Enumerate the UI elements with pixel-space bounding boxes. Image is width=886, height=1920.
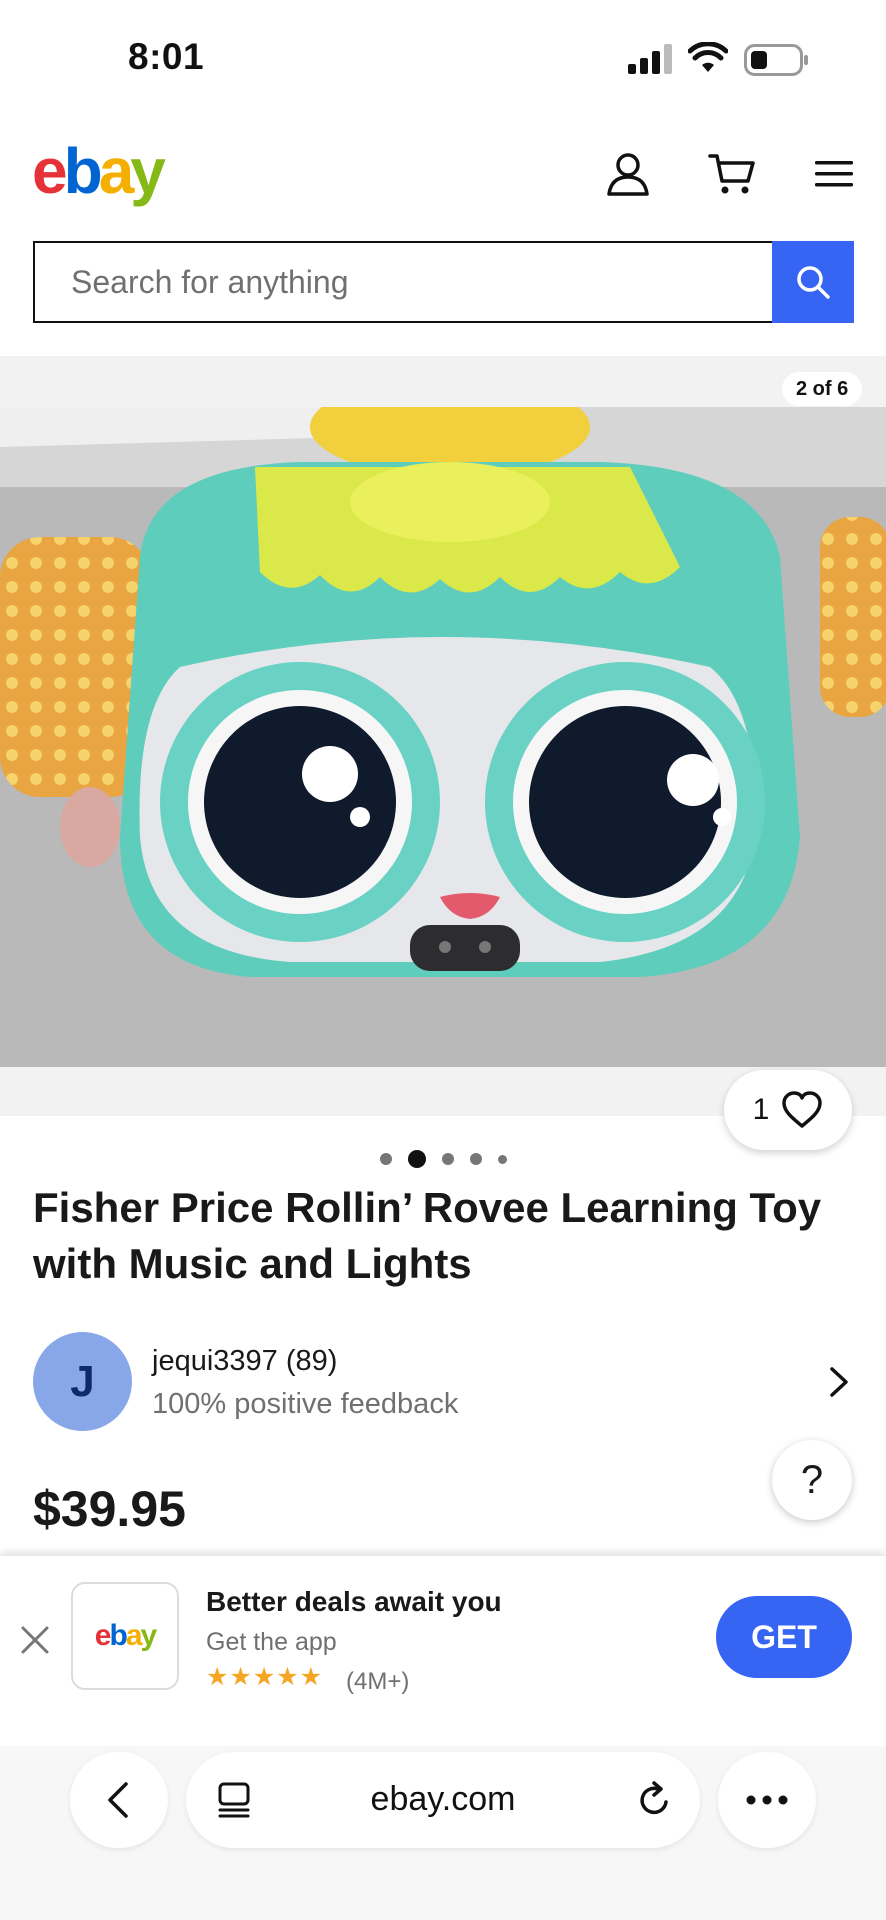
pagination-dot[interactable] bbox=[469, 1153, 482, 1165]
seller-name[interactable]: jequi3397 (89) bbox=[152, 1345, 337, 1378]
more-options-button[interactable] bbox=[718, 1752, 816, 1848]
pagination-dot[interactable] bbox=[497, 1154, 507, 1164]
logo-letter-y: y bbox=[130, 135, 166, 207]
wifi-icon bbox=[688, 42, 728, 72]
banner-subtitle: Get the app bbox=[206, 1628, 337, 1656]
ebay-app-icon: ebay bbox=[71, 1582, 179, 1690]
cart-icon[interactable] bbox=[708, 150, 756, 198]
banner-title: Better deals await you bbox=[206, 1586, 502, 1617]
get-app-button[interactable]: GET bbox=[716, 1596, 852, 1678]
help-button[interactable]: ? bbox=[772, 1440, 852, 1520]
product-photo[interactable] bbox=[0, 407, 886, 1067]
gallery-pagination[interactable] bbox=[0, 1148, 886, 1170]
search-button[interactable] bbox=[772, 241, 854, 323]
menu-icon[interactable] bbox=[811, 150, 859, 198]
pagination-dot[interactable] bbox=[379, 1153, 392, 1165]
heart-icon bbox=[782, 1091, 823, 1128]
logo-letter-b: b bbox=[63, 135, 103, 207]
watch-button[interactable]: 1 bbox=[724, 1070, 852, 1150]
logo-letter-a: a bbox=[98, 135, 135, 207]
watch-count: 1 bbox=[752, 1093, 770, 1126]
seller-feedback: 100% positive feedback bbox=[152, 1388, 459, 1420]
close-icon[interactable] bbox=[18, 1623, 52, 1657]
cellular-signal-icon bbox=[628, 44, 672, 74]
battery-icon bbox=[744, 44, 808, 76]
status-time: 8:01 bbox=[128, 36, 205, 77]
pagination-dot-active[interactable] bbox=[407, 1150, 426, 1168]
account-icon[interactable] bbox=[604, 150, 652, 198]
reload-icon[interactable] bbox=[636, 1780, 674, 1820]
chevron-right-icon[interactable] bbox=[826, 1365, 852, 1399]
chevron-left-icon bbox=[108, 1782, 128, 1818]
more-icon bbox=[746, 1795, 788, 1805]
seller-avatar[interactable]: J bbox=[33, 1332, 132, 1431]
rating-stars: ★★★★★ bbox=[206, 1663, 324, 1691]
browser-back-button[interactable] bbox=[70, 1752, 168, 1848]
ebay-app-logo: ebay bbox=[94, 1619, 157, 1652]
logo-letter-e: e bbox=[32, 135, 68, 207]
url-text[interactable]: ebay.com bbox=[186, 1780, 700, 1819]
search-icon bbox=[797, 266, 830, 299]
item-price: $39.95 bbox=[33, 1481, 186, 1537]
ebay-logo[interactable]: ebay bbox=[32, 135, 166, 207]
search-field[interactable] bbox=[33, 241, 772, 323]
pagination-dot[interactable] bbox=[441, 1153, 454, 1165]
image-counter: 2 of 6 bbox=[782, 372, 863, 406]
listing-title: Fisher Price Rollin’ Rovee Learning Toy … bbox=[33, 1184, 822, 1287]
search-input[interactable] bbox=[35, 243, 772, 321]
rating-count: (4M+) bbox=[346, 1668, 410, 1695]
